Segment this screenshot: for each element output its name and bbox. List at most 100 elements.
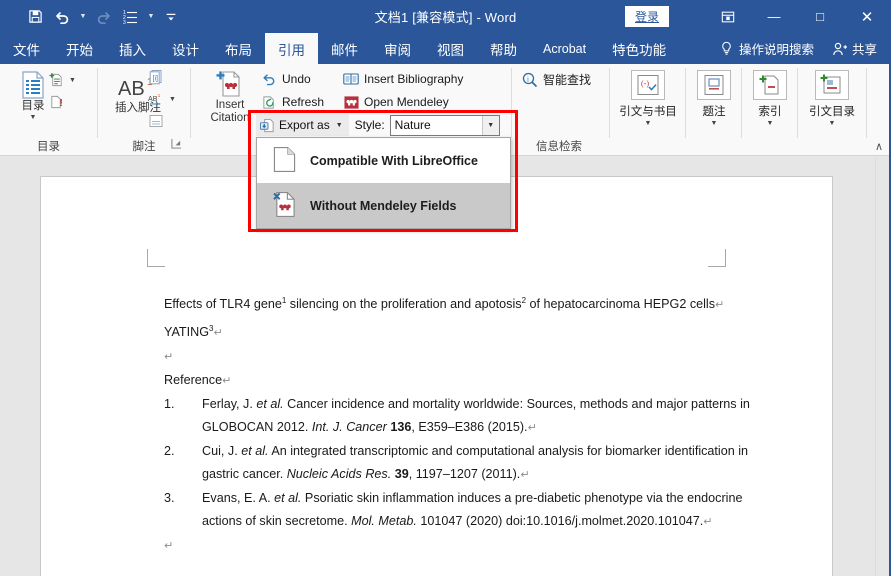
ref-part-italic: et al. bbox=[241, 444, 269, 459]
citations-bibliography-button[interactable]: (-) 引文与书目 ▼ bbox=[618, 70, 678, 128]
ribbon-group-captions: 题注 ▼ bbox=[686, 64, 741, 156]
tab-design[interactable]: 设计 bbox=[159, 33, 212, 64]
ref-part-italic: et al. bbox=[274, 491, 302, 506]
table-of-contents-icon bbox=[18, 70, 48, 100]
svg-text:AB: AB bbox=[148, 95, 158, 103]
undo-dropdown-icon[interactable]: ▼ bbox=[78, 4, 88, 30]
share-button[interactable]: 共享 bbox=[824, 33, 891, 64]
sign-in-button[interactable]: 登录 bbox=[624, 6, 669, 27]
footnotes-dialog-launcher[interactable] bbox=[171, 138, 182, 152]
menu-item-without-mendeley-fields[interactable]: Without Mendeley Fields bbox=[257, 183, 510, 228]
table-of-authorities-button[interactable]: 引文目录 ▼ bbox=[804, 70, 860, 128]
tab-references[interactable]: 引用 bbox=[265, 33, 318, 64]
show-notes-button[interactable] bbox=[148, 113, 164, 129]
index-label: 索引 bbox=[758, 106, 782, 118]
captions-label: 题注 bbox=[702, 106, 726, 118]
insert-bibliography-label: Insert Bibliography bbox=[364, 72, 464, 86]
style-combobox[interactable]: Nature ▼ bbox=[389, 114, 500, 136]
toa-caret-icon[interactable]: ▼ bbox=[829, 120, 836, 128]
ribbon-group-citations: (-) 引文与书目 ▼ bbox=[610, 64, 685, 156]
paragraph-mark: ↵ bbox=[164, 351, 174, 364]
ribbon-display-options-icon[interactable] bbox=[705, 0, 751, 33]
insert-citation-button[interactable]: Insert Citation bbox=[202, 69, 258, 125]
add-text-button[interactable]: ▼ bbox=[48, 72, 76, 88]
ref-part-italic: et al. bbox=[256, 397, 284, 412]
numbering-dropdown-icon[interactable]: ▼ bbox=[146, 4, 156, 30]
reference-item: 1. Ferlay, J. et al. Cancer incidence an… bbox=[164, 393, 754, 440]
ref-part: 101047 (2020) doi:10.1016/j.molmet.2020.… bbox=[416, 514, 704, 529]
save-icon[interactable] bbox=[22, 4, 48, 30]
undo-arrow-icon bbox=[261, 71, 277, 87]
tab-insert[interactable]: 插入 bbox=[106, 33, 159, 64]
tab-layout[interactable]: 布局 bbox=[212, 33, 265, 64]
quick-access-toolbar: ▼ 1 2 3 ▼ bbox=[22, 0, 184, 33]
add-text-icon bbox=[48, 72, 64, 88]
refresh-label: Refresh bbox=[282, 95, 325, 109]
export-as-dropdown-menu: Compatible With LibreOffice Without Mend… bbox=[256, 137, 511, 229]
margin-mark-top-left bbox=[147, 249, 165, 267]
insert-endnote-button[interactable]: [i] bbox=[148, 69, 164, 85]
style-dropdown-icon[interactable]: ▼ bbox=[481, 115, 499, 135]
close-button[interactable]: ✕ bbox=[843, 0, 891, 33]
add-text-caret-icon[interactable]: ▼ bbox=[69, 77, 76, 84]
reference-number: 3. bbox=[164, 491, 175, 506]
insert-bibliography-button[interactable]: Insert Bibliography bbox=[343, 71, 463, 87]
tab-special-features[interactable]: 特色功能 bbox=[599, 33, 679, 64]
index-icon bbox=[753, 70, 787, 100]
undo-icon[interactable] bbox=[50, 4, 76, 30]
paper-title-part1: Effects of TLR4 gene bbox=[164, 297, 282, 312]
smart-lookup-button[interactable]: i 智能查找 bbox=[522, 71, 591, 88]
tab-review[interactable]: 审阅 bbox=[371, 33, 424, 64]
open-mendeley-button[interactable]: Open Mendeley bbox=[343, 94, 449, 110]
refresh-button[interactable]: Refresh bbox=[261, 94, 324, 110]
document-body[interactable]: Effects of TLR4 gene1 silencing on the p… bbox=[164, 289, 754, 558]
captions-icon bbox=[697, 70, 731, 100]
export-as-label: Export as bbox=[279, 118, 330, 132]
numbering-icon[interactable]: 1 2 3 bbox=[118, 4, 144, 30]
ref-part-italic: Mol. Metab. bbox=[351, 514, 417, 529]
index-caret-icon[interactable]: ▼ bbox=[767, 120, 774, 128]
menu-item-compatible-with-libreoffice[interactable]: Compatible With LibreOffice bbox=[257, 138, 510, 183]
captions-button[interactable]: 题注 ▼ bbox=[694, 70, 734, 128]
captions-caret-icon[interactable]: ▼ bbox=[711, 120, 718, 128]
tell-me-search[interactable]: 操作说明搜索 bbox=[709, 33, 824, 64]
svg-text:1: 1 bbox=[158, 93, 161, 98]
smart-lookup-icon: i bbox=[522, 72, 538, 88]
reference-number: 1. bbox=[164, 397, 175, 412]
collapse-ribbon-button[interactable]: ∧ bbox=[875, 140, 883, 153]
tab-view[interactable]: 视图 bbox=[424, 33, 477, 64]
window-controls: — □ ✕ bbox=[705, 0, 891, 33]
toc-group-label: 目录 bbox=[37, 141, 60, 153]
menu-item-label: Compatible With LibreOffice bbox=[310, 153, 478, 168]
tab-home[interactable]: 开始 bbox=[53, 33, 106, 64]
undo-citation-button[interactable]: Undo bbox=[261, 71, 311, 87]
next-footnote-caret-icon[interactable]: ▼ bbox=[169, 96, 176, 103]
reference-item: 2. Cui, J. et al. An integrated transcri… bbox=[164, 440, 754, 487]
svg-text:!: ! bbox=[59, 98, 62, 109]
minimize-button[interactable]: — bbox=[751, 0, 797, 33]
update-table-button[interactable]: ! bbox=[48, 94, 64, 110]
lightbulb-icon bbox=[719, 41, 734, 56]
export-as-button[interactable]: Export as ▼ bbox=[256, 114, 349, 136]
tab-file[interactable]: 文件 bbox=[0, 33, 53, 64]
citations-caret-icon[interactable]: ▼ bbox=[645, 120, 652, 128]
tab-acrobat[interactable]: Acrobat bbox=[530, 33, 599, 64]
bibliography-book-icon bbox=[343, 71, 359, 87]
ref-part: Ferlay, J. bbox=[202, 397, 257, 412]
index-button[interactable]: 索引 ▼ bbox=[750, 70, 790, 128]
document-page[interactable]: Effects of TLR4 gene1 silencing on the p… bbox=[40, 176, 833, 576]
empty-line-2: ↵ bbox=[164, 534, 754, 558]
ribbon-group-table-of-authorities: 引文目录 ▼ bbox=[798, 64, 866, 156]
smart-lookup-label: 智能查找 bbox=[543, 73, 592, 87]
export-as-caret-icon[interactable]: ▼ bbox=[336, 122, 343, 129]
margin-mark-top-right bbox=[708, 249, 726, 267]
tab-help[interactable]: 帮助 bbox=[477, 33, 530, 64]
next-footnote-button[interactable]: AB 1 ▼ bbox=[148, 91, 176, 107]
maximize-button[interactable]: □ bbox=[797, 0, 843, 33]
tab-mailings[interactable]: 邮件 bbox=[318, 33, 371, 64]
paper-title-part2: silencing on the proliferation and apoto… bbox=[286, 297, 522, 312]
toc-caret-icon[interactable]: ▼ bbox=[30, 114, 37, 122]
reference-text: Cui, J. et al. An integrated transcripto… bbox=[202, 440, 754, 487]
customize-quick-access-toolbar-icon[interactable] bbox=[158, 4, 184, 30]
update-table-icon: ! bbox=[48, 94, 64, 110]
